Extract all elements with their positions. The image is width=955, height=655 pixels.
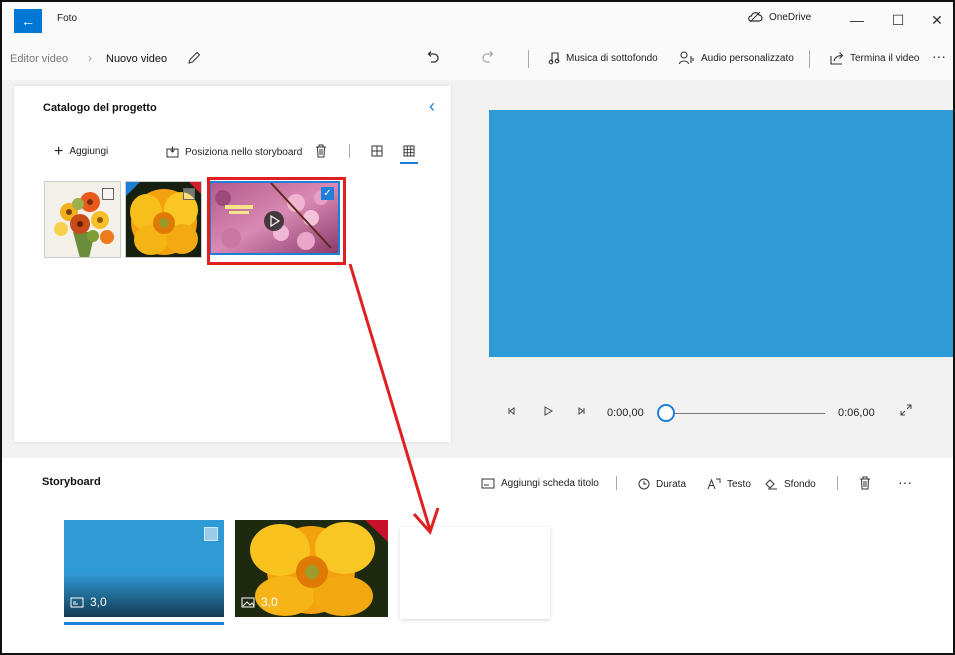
toolbar-divider bbox=[809, 50, 810, 68]
background-label: Sfondo bbox=[784, 478, 816, 490]
undo-icon[interactable] bbox=[425, 50, 441, 66]
video-preview bbox=[489, 110, 953, 357]
breadcrumb-root[interactable]: Editor video bbox=[10, 53, 68, 65]
collapse-chevron-icon[interactable]: ‹ bbox=[429, 96, 435, 117]
image-icon bbox=[241, 597, 255, 607]
back-arrow-icon: ← bbox=[21, 13, 35, 29]
add-media-label: Aggiungi bbox=[69, 146, 109, 157]
back-button[interactable]: ← bbox=[14, 9, 42, 33]
breadcrumb-chevron-icon: › bbox=[88, 51, 92, 65]
play-icon[interactable] bbox=[542, 405, 554, 417]
onedrive-label: OneDrive bbox=[769, 11, 812, 23]
storyboard-divider bbox=[616, 476, 617, 490]
more-options-button[interactable]: ··· bbox=[932, 48, 946, 64]
catalog-title: Catalogo del progetto bbox=[43, 102, 157, 114]
expand-icon[interactable] bbox=[899, 403, 913, 417]
toolbar-divider bbox=[528, 50, 529, 68]
storyboard-more-button[interactable]: ··· bbox=[898, 474, 912, 490]
breadcrumb-current: Nuovo video bbox=[106, 53, 168, 65]
seek-thumb[interactable] bbox=[657, 404, 675, 422]
annotation-highlight-box bbox=[207, 177, 346, 265]
total-time: 0:06,00 bbox=[838, 407, 875, 419]
storyboard-trash-icon[interactable] bbox=[859, 476, 871, 490]
card-duration: 3,0 bbox=[70, 595, 107, 609]
item-checkbox[interactable] bbox=[183, 188, 195, 200]
music-note-icon bbox=[548, 52, 560, 65]
card-duration-value: 3,0 bbox=[261, 595, 278, 609]
card-duration-value: 3,0 bbox=[90, 595, 107, 609]
maximize-button[interactable]: ☐ bbox=[878, 8, 918, 32]
title-bar: ← Foto OneDrive — ☐ ✕ bbox=[2, 2, 953, 38]
cloud-icon bbox=[748, 11, 763, 23]
trash-icon[interactable] bbox=[315, 144, 327, 158]
finish-video-button[interactable]: Termina il video bbox=[830, 51, 919, 65]
custom-audio-label: Audio personalizzato bbox=[701, 52, 794, 64]
title-card-icon bbox=[481, 478, 495, 489]
current-time: 0:00,00 bbox=[607, 407, 644, 419]
plus-icon: + bbox=[54, 142, 64, 160]
media-item-yellow-flower[interactable] bbox=[125, 181, 202, 258]
media-item-flower-bouquet[interactable] bbox=[44, 181, 121, 258]
clock-icon bbox=[638, 478, 650, 490]
finish-video-label: Termina il video bbox=[850, 52, 920, 64]
active-view-indicator bbox=[400, 162, 418, 164]
add-media-button[interactable]: + Aggiungi bbox=[54, 142, 109, 160]
duration-label: Durata bbox=[656, 478, 687, 490]
place-storyboard-icon bbox=[166, 146, 179, 158]
background-music-label: Musica di sottofondo bbox=[566, 52, 658, 64]
minimize-button[interactable]: — bbox=[837, 8, 877, 32]
text-label: Testo bbox=[727, 478, 751, 490]
redo-icon[interactable] bbox=[480, 50, 496, 66]
add-title-card-label: Aggiungi scheda titolo bbox=[501, 478, 599, 489]
person-audio-icon bbox=[679, 51, 694, 65]
pencil-icon[interactable] bbox=[187, 51, 201, 65]
place-in-storyboard-label: Posiziona nello storyboard bbox=[185, 146, 303, 158]
paint-bucket-icon bbox=[765, 479, 777, 490]
duration-button[interactable]: Durata bbox=[638, 478, 686, 490]
top-toolbar: Editor video › Nuovo video Musica di sot… bbox=[2, 38, 953, 80]
app-window: ← Foto OneDrive — ☐ ✕ Editor video › Nuo… bbox=[0, 0, 955, 655]
background-button[interactable]: Sfondo bbox=[764, 478, 816, 490]
app-title: Foto bbox=[57, 13, 78, 24]
seek-track[interactable] bbox=[675, 413, 825, 414]
step-forward-icon[interactable] bbox=[576, 405, 588, 417]
step-back-icon[interactable] bbox=[505, 405, 517, 417]
text-icon bbox=[707, 478, 721, 490]
custom-audio-button[interactable]: Audio personalizzato bbox=[679, 51, 794, 65]
onedrive-status[interactable]: OneDrive bbox=[747, 11, 811, 23]
image-icon bbox=[70, 597, 84, 607]
storyboard-card-title[interactable]: 3,0 bbox=[64, 520, 224, 617]
close-button[interactable]: ✕ bbox=[917, 8, 953, 32]
card-checkbox[interactable] bbox=[204, 527, 218, 541]
storyboard-divider bbox=[837, 476, 838, 490]
share-export-icon bbox=[830, 52, 844, 65]
text-button[interactable]: Testo bbox=[707, 478, 751, 490]
storyboard-title: Storyboard bbox=[42, 476, 101, 488]
background-music-button[interactable]: Musica di sottofondo bbox=[548, 51, 658, 65]
small-grid-view-icon[interactable] bbox=[403, 145, 415, 157]
place-in-storyboard-button[interactable]: Posiziona nello storyboard bbox=[166, 146, 302, 158]
catalog-divider bbox=[349, 144, 350, 158]
item-checkbox[interactable] bbox=[102, 188, 114, 200]
large-grid-view-icon[interactable] bbox=[371, 145, 383, 157]
add-title-card-button[interactable]: Aggiungi scheda titolo bbox=[481, 478, 599, 489]
card-duration: 3,0 bbox=[241, 595, 278, 609]
annotation-arrow-icon bbox=[348, 263, 440, 535]
selected-card-indicator bbox=[64, 622, 224, 625]
